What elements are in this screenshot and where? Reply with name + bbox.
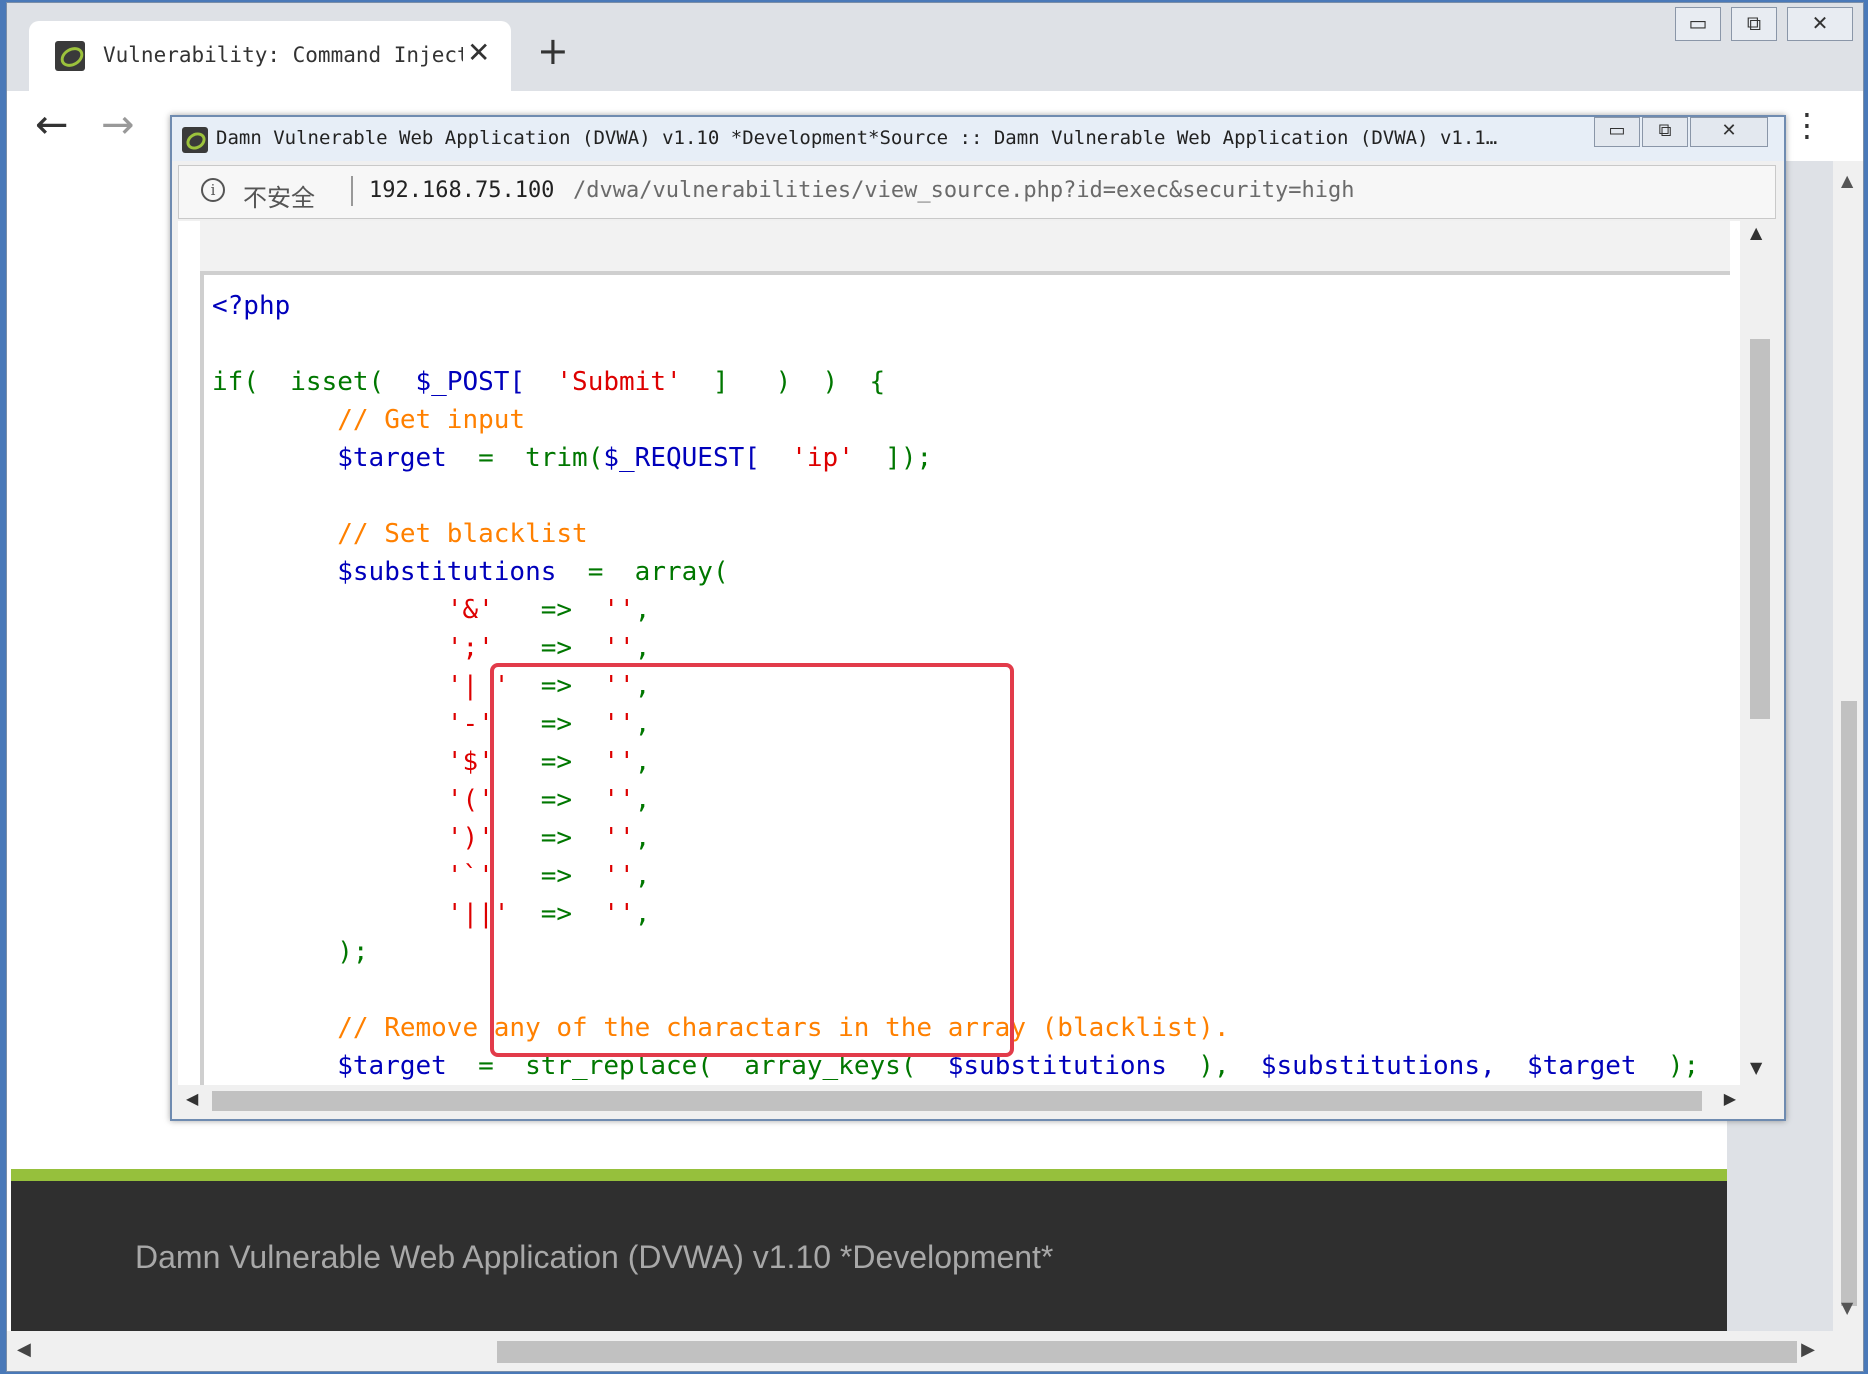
popup-title: Damn Vulnerable Web Application (DVWA) v…	[216, 127, 1498, 149]
blacklist-key: '&'	[446, 595, 494, 625]
page-horizontal-scrollbar[interactable]: ◀ ▶	[7, 1331, 1863, 1371]
scroll-up-arrow-icon[interactable]: ▲	[1841, 171, 1853, 190]
url-path: /dvwa/vulnerabilities/view_source.php?id…	[573, 178, 1355, 203]
popup-minimize-button[interactable]: ▭	[1594, 117, 1640, 147]
popup-vertical-scrollbar[interactable]: ▲ ▼	[1740, 221, 1776, 1085]
blacklist-key: ')'	[446, 823, 494, 853]
forward-arrow-icon[interactable]: →	[101, 103, 135, 147]
footer-text: Damn Vulnerable Web Application (DVWA) v…	[135, 1239, 1054, 1275]
dvwa-favicon-icon	[182, 127, 208, 153]
blacklist-key: '('	[446, 785, 494, 815]
popup-horizontal-scrollbar[interactable]: ◀ ▶	[178, 1085, 1744, 1115]
info-icon[interactable]: i	[201, 178, 225, 202]
blacklist-key: '-'	[446, 709, 494, 739]
comment-set-blacklist: // Set blacklist	[337, 519, 588, 549]
blacklist-key: '`'	[446, 861, 494, 891]
popup-maximize-button[interactable]: ⧉	[1642, 117, 1688, 147]
popup-horizontal-scroll-thumb[interactable]	[212, 1091, 1702, 1111]
window-minimize-button[interactable]: ▭	[1675, 7, 1721, 41]
scroll-up-arrow-icon[interactable]: ▲	[1750, 223, 1762, 242]
page-vertical-scroll-thumb[interactable]	[1841, 701, 1857, 1306]
blacklist-key: '$'	[446, 747, 494, 777]
scroll-down-arrow-icon[interactable]: ▼	[1750, 1058, 1762, 1077]
scroll-left-arrow-icon[interactable]: ◀	[17, 1339, 31, 1360]
scroll-right-arrow-icon[interactable]: ▶	[1801, 1339, 1815, 1360]
address-separator	[351, 176, 353, 206]
tab-close-icon[interactable]: ✕	[467, 35, 490, 71]
popup-close-button[interactable]: ✕	[1690, 117, 1768, 147]
php-open-tag: <?php	[212, 291, 291, 321]
page-horizontal-scroll-thumb[interactable]	[497, 1341, 1797, 1363]
page-heading-clipped	[200, 221, 1730, 272]
page-vertical-scrollbar[interactable]: ▲ ▼	[1833, 161, 1863, 1331]
window-close-button[interactable]: ✕	[1787, 7, 1853, 41]
dvwa-favicon-icon	[55, 41, 85, 71]
scroll-left-arrow-icon[interactable]: ◀	[186, 1089, 198, 1108]
blacklist-key: ';'	[446, 633, 494, 663]
browser-menu-icon[interactable]: ⋮	[1791, 107, 1823, 143]
page-footer: Damn Vulnerable Web Application (DVWA) v…	[11, 1181, 1727, 1333]
url-host: 192.168.75.100	[369, 178, 555, 203]
not-secure-label[interactable]: 不安全	[243, 178, 315, 213]
scroll-down-arrow-icon[interactable]: ▼	[1841, 1298, 1853, 1317]
popup-address-bar[interactable]: i 不安全 192.168.75.100 /dvwa/vulnerabiliti…	[178, 165, 1776, 219]
browser-tab[interactable]: Vulnerability: Command Inject ✕	[29, 21, 511, 91]
scroll-right-arrow-icon[interactable]: ▶	[1724, 1089, 1736, 1108]
source-popup-window: Damn Vulnerable Web Application (DVWA) v…	[170, 115, 1786, 1121]
back-arrow-icon[interactable]: ←	[35, 103, 69, 147]
comment-get-input: // Get input	[337, 405, 526, 435]
blacklist-highlight-box	[490, 663, 1014, 1057]
footer-accent-bar	[11, 1169, 1727, 1181]
window-maximize-button[interactable]: ⧉	[1731, 7, 1777, 41]
popup-vertical-scroll-thumb[interactable]	[1750, 339, 1770, 719]
tab-title: Vulnerability: Command Inject	[103, 43, 463, 67]
popup-titlebar[interactable]: Damn Vulnerable Web Application (DVWA) v…	[172, 117, 1784, 161]
new-tab-button[interactable]: +	[537, 32, 569, 70]
